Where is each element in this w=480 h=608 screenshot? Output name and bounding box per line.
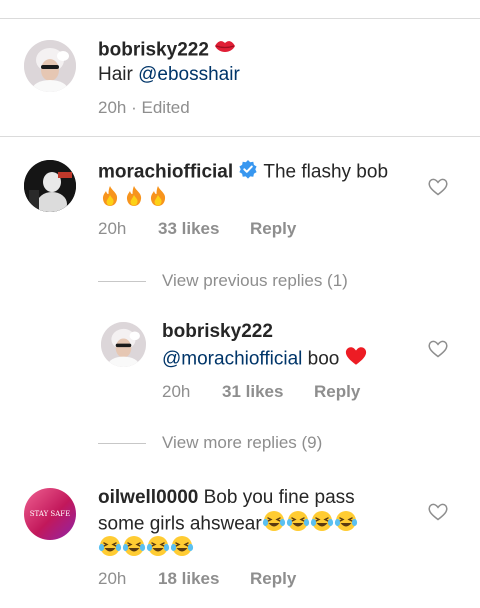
reply-button[interactable]: Reply [250,568,296,590]
comment-text: Bob you fine pass [198,487,355,508]
comment-line2 [98,185,170,214]
comment-line3 [98,535,194,564]
laughing-tears-emoji [310,510,334,539]
comment-username[interactable]: oilwell0000 [98,487,198,508]
avatar[interactable] [24,40,76,92]
caption-text: Hair [98,64,139,85]
reply-likes[interactable]: 31 likes [222,381,314,403]
comment-text: some girls ahswear [98,513,262,535]
laughing-tears-emoji [262,510,286,539]
caption-mention-link[interactable]: @ebosshair [138,64,240,85]
comment-time: 20h [98,219,127,238]
comment-likes[interactable]: 33 likes [158,218,250,240]
caption-line2: Hair @ebosshair [98,63,240,87]
caption-username[interactable]: bobrisky222 [98,40,209,61]
reply-button[interactable]: Reply [314,381,360,403]
laughing-tears-emoji [146,535,170,564]
comment-likes[interactable]: 18 likes [158,568,250,590]
view-previous-replies[interactable]: View previous replies (1) [162,270,348,292]
caption-separator: · [131,98,137,117]
reply-time: 20h [162,382,191,401]
heart-outline-icon[interactable] [428,178,448,196]
red-heart-emoji [345,346,367,373]
view-more-replies[interactable]: View more replies (9) [162,432,322,454]
replies-line [98,443,146,444]
reply-username[interactable]: bobrisky222 [162,321,273,342]
avatar[interactable]: STAY SAFE [24,488,76,540]
heart-outline-icon[interactable] [428,503,448,521]
laughing-emoji-group [262,511,358,535]
reply-meta: 20h 31 likes Reply [162,381,360,403]
fire-emoji [98,185,122,214]
heart-outline-icon[interactable] [428,340,448,358]
laughing-tears-emoji [122,535,146,564]
avatar[interactable] [101,322,146,367]
fire-emoji [146,185,170,214]
top-bar [0,0,480,19]
caption-meta: 20h · Edited [98,97,190,119]
replies-line [98,281,146,282]
verified-badge-icon [238,159,258,186]
reply-line1: bobrisky222 [162,320,273,344]
caption-line1: bobrisky222 [98,38,236,63]
laughing-tears-emoji [170,535,194,564]
laughing-tears-emoji [286,510,310,539]
avatar-text: STAY SAFE [29,510,71,518]
comment-username[interactable]: morachiofficial [98,162,233,183]
fire-emoji [122,185,146,214]
comment-time: 20h [98,569,127,588]
reply-text: boo [302,348,345,370]
laughing-tears-emoji [98,535,122,564]
lips-emoji [214,38,236,63]
comment-line1: morachiofficial The flashy bob [98,159,388,186]
caption-time: 20h [98,98,127,117]
comment-text: The flashy bob [263,161,389,183]
reply-line2: @morachiofficial boo [162,346,367,373]
reply-mention-link[interactable]: @morachiofficial [162,349,302,370]
comment-meta: 20h 33 likes Reply [98,218,296,240]
reply-button[interactable]: Reply [250,218,296,240]
divider [0,136,480,137]
laughing-emoji-group [98,536,194,560]
laughing-tears-emoji [334,510,358,539]
comment-meta: 20h 18 likes Reply [98,568,296,590]
comment-line1: oilwell0000 Bob you fine pass [98,486,355,510]
caption-edited: Edited [141,98,190,117]
avatar[interactable] [24,160,76,212]
